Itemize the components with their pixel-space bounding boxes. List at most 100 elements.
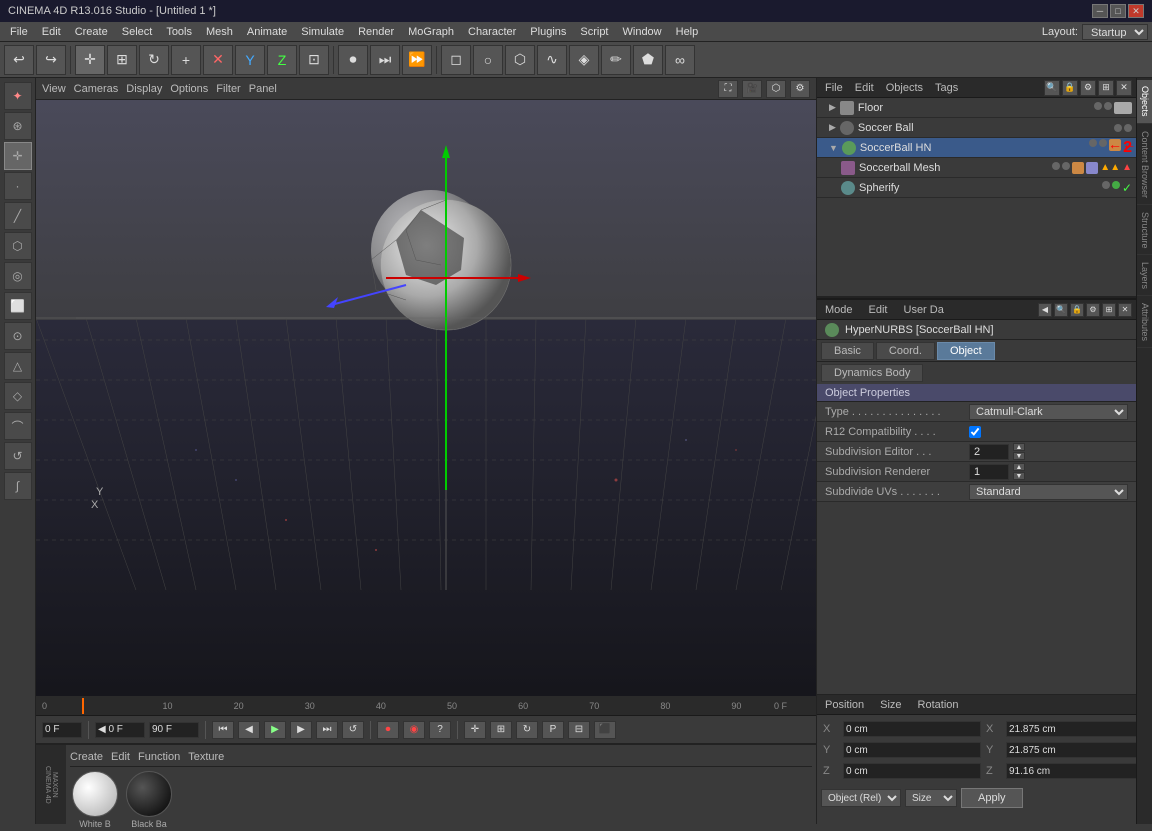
record-button[interactable]: ⏺ — [377, 721, 399, 739]
options-menu[interactable]: Options — [170, 83, 208, 95]
layout-select[interactable]: Startup — [1082, 24, 1148, 40]
poly-pen-tool[interactable]: △ — [4, 352, 32, 380]
display-menu[interactable]: Display — [126, 83, 162, 95]
attr-expand-icon[interactable]: ⊞ — [1102, 303, 1116, 317]
view-menu[interactable]: View — [42, 83, 66, 95]
objects-file-menu[interactable]: File — [821, 82, 847, 94]
next-frame-button[interactable]: ▶ — [290, 721, 312, 739]
record2-tool[interactable]: ⏭ — [370, 45, 400, 75]
mat-edit-menu[interactable]: Edit — [111, 751, 130, 763]
twist-tool[interactable]: ↺ — [4, 442, 32, 470]
objects-expand-icon[interactable]: ⊞ — [1098, 80, 1114, 96]
y-tool[interactable]: Y — [235, 45, 265, 75]
end-frame-input[interactable] — [149, 722, 199, 738]
attr-type-dropdown[interactable]: Catmull-Clark — [969, 404, 1128, 420]
undo-button[interactable]: ↩ — [4, 45, 34, 75]
coord-z-pos-input[interactable] — [843, 763, 981, 779]
subdiv-renderer-up[interactable]: ▲ — [1013, 463, 1025, 471]
objects-config-icon[interactable]: ⚙ — [1080, 80, 1096, 96]
redo-button[interactable]: ↪ — [36, 45, 66, 75]
display-btn[interactable]: ⬡ — [766, 80, 786, 98]
loop-button[interactable]: ↺ — [342, 721, 364, 739]
attr-subdiv-editor-input[interactable] — [969, 444, 1009, 460]
attr-lock-icon[interactable]: 🔒 — [1070, 303, 1084, 317]
edges-tool[interactable]: ╱ — [4, 202, 32, 230]
rotate-tool[interactable]: ↻ — [139, 45, 169, 75]
menu-edit[interactable]: Edit — [36, 24, 67, 40]
mat-create-menu[interactable]: Create — [70, 751, 103, 763]
scale-key-button[interactable]: ⊞ — [490, 721, 512, 739]
object-row-soccerball[interactable]: ▶ Soccer Ball — [817, 118, 1136, 138]
start-frame-input[interactable] — [95, 722, 145, 738]
grid-key-button[interactable]: ⊟ — [568, 721, 590, 739]
attr-r12-checkbox[interactable] — [969, 426, 981, 438]
attr-tab-object[interactable]: Object — [937, 342, 995, 360]
coord-x-size-input[interactable] — [1006, 721, 1144, 737]
timeline-ruler[interactable]: 0 10 20 30 40 50 60 70 80 90 0 F — [36, 696, 816, 716]
menu-mograph[interactable]: MoGraph — [402, 24, 460, 40]
cylinder-tool[interactable]: ⬡ — [505, 45, 535, 75]
attr-tab-basic[interactable]: Basic — [821, 342, 874, 360]
menu-create[interactable]: Create — [69, 24, 114, 40]
goto-start-button[interactable]: ⏮ — [212, 721, 234, 739]
sidebar-tab-attributes[interactable]: Attributes — [1137, 297, 1152, 348]
object-row-hypernurbs[interactable]: ▼ SoccerBall HN 2 ←← — [817, 138, 1136, 158]
scale-tool[interactable]: ⊞ — [107, 45, 137, 75]
apply-button[interactable]: Apply — [961, 788, 1023, 808]
coord-x-pos-input[interactable] — [843, 721, 981, 737]
subdiv-editor-down[interactable]: ▼ — [1013, 452, 1025, 460]
size-mode-dropdown[interactable]: Size Scale — [905, 789, 957, 807]
points-tool[interactable]: · — [4, 172, 32, 200]
record3-tool[interactable]: ⏩ — [402, 45, 432, 75]
attr-tab-coord[interactable]: Coord. — [876, 342, 935, 360]
attr-mode-menu[interactable]: Mode — [821, 304, 857, 316]
x-tool[interactable]: ✕ — [203, 45, 233, 75]
bend-tool[interactable]: ⌒ — [4, 412, 32, 440]
menu-file[interactable]: File — [4, 24, 34, 40]
subdiv-renderer-down[interactable]: ▼ — [1013, 472, 1025, 480]
sidebar-tab-layers[interactable]: Layers — [1137, 256, 1152, 296]
attr-subdivide-uvs-dropdown[interactable]: Standard — [969, 484, 1128, 500]
maximize-viewport[interactable]: ⛶ — [718, 80, 738, 98]
objects-edit-menu[interactable]: Edit — [851, 82, 878, 94]
sidebar-tab-objects[interactable]: Objects — [1137, 80, 1152, 124]
sphere-tool[interactable]: ○ — [473, 45, 503, 75]
viewport-key-button[interactable]: ⬛ — [594, 721, 616, 739]
close-button[interactable]: ✕ — [1128, 4, 1144, 18]
mat-texture-menu[interactable]: Texture — [188, 751, 224, 763]
menu-window[interactable]: Window — [617, 24, 668, 40]
add-tool[interactable]: + — [171, 45, 201, 75]
menu-mesh[interactable]: Mesh — [200, 24, 239, 40]
minimize-button[interactable]: ─ — [1092, 4, 1108, 18]
cube-tool[interactable]: ◻ — [441, 45, 471, 75]
rotate-key-button[interactable]: ↻ — [516, 721, 538, 739]
camera-btn[interactable]: 🎥 — [742, 80, 762, 98]
object-row-floor[interactable]: ▶ Floor — [817, 98, 1136, 118]
menu-plugins[interactable]: Plugins — [524, 24, 572, 40]
model-tool[interactable]: ✦ — [4, 82, 32, 110]
pen-tool[interactable]: ✏ — [601, 45, 631, 75]
live-sel-tool[interactable]: ◎ — [4, 262, 32, 290]
attr-tab-dynamics[interactable]: Dynamics Body — [821, 364, 923, 382]
subdiv-editor-up[interactable]: ▲ — [1013, 443, 1025, 451]
prev-frame-button[interactable]: ◀ — [238, 721, 260, 739]
objects-search-icon[interactable]: 🔍 — [1044, 80, 1060, 96]
timeline-indicator[interactable] — [82, 698, 84, 714]
move-tool[interactable]: ✛ — [75, 45, 105, 75]
menu-tools[interactable]: Tools — [160, 24, 198, 40]
attr-back-btn[interactable]: ◀ — [1038, 303, 1052, 317]
menu-animate[interactable]: Animate — [241, 24, 293, 40]
texture-tool[interactable]: ⊛ — [4, 112, 32, 140]
poly-tool[interactable]: ⬡ — [4, 232, 32, 260]
object-row-spherify[interactable]: Spherify ✓ — [817, 178, 1136, 198]
play-button[interactable]: ▶ — [264, 721, 286, 739]
maximize-button[interactable]: □ — [1110, 4, 1126, 18]
coord-system-dropdown[interactable]: Object (Rel) World — [821, 789, 901, 807]
coord-y-size-input[interactable] — [1006, 742, 1144, 758]
mat-function-menu[interactable]: Function — [138, 751, 180, 763]
menu-render[interactable]: Render — [352, 24, 400, 40]
attr-close-icon[interactable]: ✕ — [1118, 303, 1132, 317]
fx-tool[interactable]: ∞ — [665, 45, 695, 75]
deform-tool[interactable]: ⬟ — [633, 45, 663, 75]
magnet-tool[interactable]: ∫ — [4, 472, 32, 500]
